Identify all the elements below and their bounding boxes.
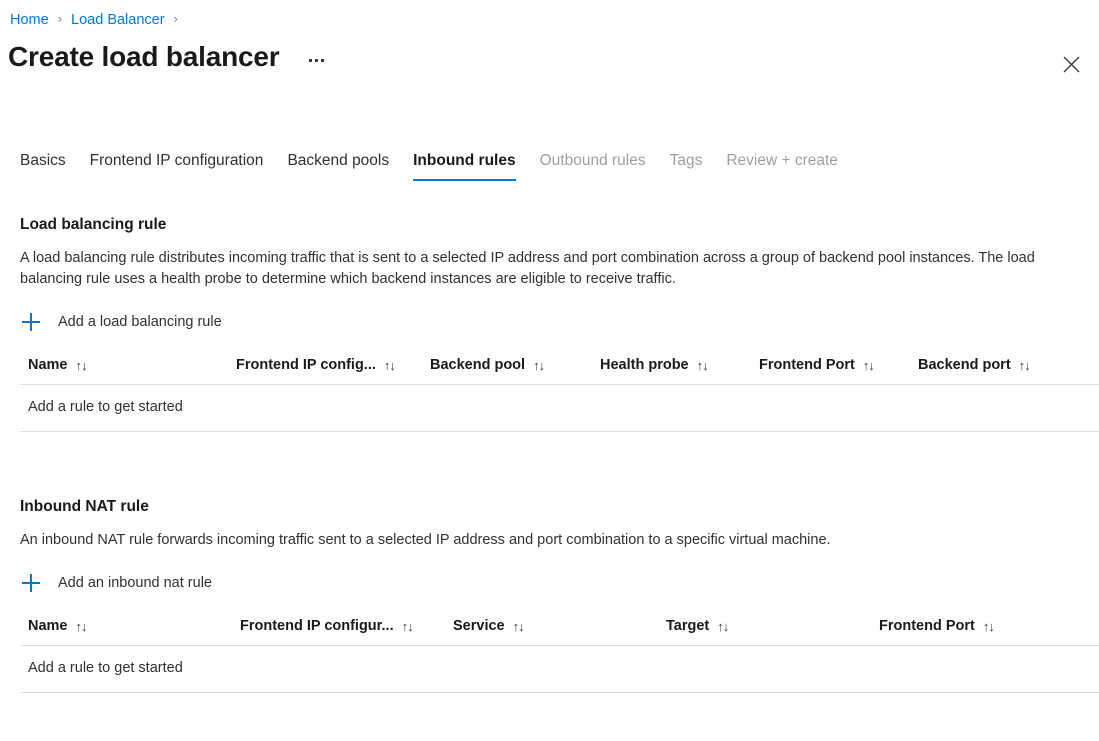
column-label: Frontend Port xyxy=(759,357,855,373)
section-description: A load balancing rule distributes incomi… xyxy=(20,250,1035,287)
more-actions-button[interactable] xyxy=(305,53,328,68)
column-label: Backend pool xyxy=(430,357,526,373)
sort-icon: ↑↓ xyxy=(862,357,875,373)
plus-icon xyxy=(22,313,40,331)
tab-inbound-rules[interactable]: Inbound rules xyxy=(401,151,527,181)
sort-icon: ↑↓ xyxy=(512,618,525,634)
column-header-backend-port[interactable]: Backend port ↑↓ xyxy=(918,357,1031,373)
title-row: Create load balancer xyxy=(8,38,328,76)
tab-outbound-rules[interactable]: Outbound rules xyxy=(528,151,658,181)
section-title: Load balancing rule xyxy=(20,216,167,233)
ellipsis-icon xyxy=(321,58,325,62)
column-header-service[interactable]: Service ↑↓ xyxy=(453,618,666,634)
add-inbound-nat-rule-button[interactable]: Add an inbound nat rule xyxy=(20,570,214,596)
column-header-name[interactable]: Name ↑↓ xyxy=(20,357,236,373)
sort-icon: ↑↓ xyxy=(696,357,709,373)
tab-backend-pools[interactable]: Backend pools xyxy=(275,151,401,181)
tab-bar: Basics Frontend IP configuration Backend… xyxy=(8,143,1099,181)
column-header-name[interactable]: Name ↑↓ xyxy=(20,618,240,634)
inbound-nat-rules-table: Name ↑↓ Frontend IP configur... ↑↓ Servi… xyxy=(20,618,1099,693)
sort-icon: ↑↓ xyxy=(75,618,88,634)
ellipsis-icon xyxy=(309,58,313,62)
column-label: Frontend IP configur... xyxy=(240,618,394,634)
column-header-target[interactable]: Target ↑↓ xyxy=(666,618,879,634)
ellipsis-icon xyxy=(315,58,319,62)
section-title: Inbound NAT rule xyxy=(20,498,149,515)
tab-basics[interactable]: Basics xyxy=(8,151,78,181)
plus-icon xyxy=(22,574,40,592)
column-label: Frontend IP config... xyxy=(236,357,376,373)
add-load-balancing-rule-button[interactable]: Add a load balancing rule xyxy=(20,309,224,335)
column-label: Target xyxy=(666,618,710,634)
section-load-balancing-rule: Load balancing rule A load balancing rul… xyxy=(20,214,1099,432)
sort-icon: ↑↓ xyxy=(401,618,414,634)
column-label: Frontend Port xyxy=(879,618,975,634)
add-load-balancing-rule-label: Add a load balancing rule xyxy=(58,314,222,330)
close-icon xyxy=(1063,56,1079,72)
sort-icon: ↑↓ xyxy=(717,618,729,634)
column-label: Name xyxy=(28,618,68,634)
column-header-frontend-port[interactable]: Frontend Port ↑↓ xyxy=(759,357,918,373)
column-header-frontend-port[interactable]: Frontend Port ↑↓ xyxy=(879,618,995,634)
column-label: Name xyxy=(28,357,68,373)
sort-icon: ↑↓ xyxy=(75,357,88,373)
column-label: Backend port xyxy=(918,357,1011,373)
tab-tags[interactable]: Tags xyxy=(658,151,715,181)
column-header-frontend-ip-configuration[interactable]: Frontend IP configur... ↑↓ xyxy=(240,618,453,634)
page-title: Create load balancer xyxy=(8,41,280,72)
tab-review-create[interactable]: Review + create xyxy=(714,151,850,181)
breadcrumb-separator-icon: › xyxy=(173,11,178,26)
table-empty-state: Add a rule to get started xyxy=(20,385,1099,432)
column-label: Service xyxy=(453,618,505,634)
column-label: Health probe xyxy=(600,357,689,373)
sort-icon: ↑↓ xyxy=(533,357,545,373)
section-inbound-nat-rule: Inbound NAT rule An inbound NAT rule for… xyxy=(20,496,1099,693)
breadcrumb-separator-icon: › xyxy=(57,11,63,26)
column-header-health-probe[interactable]: Health probe ↑↓ xyxy=(600,357,759,373)
sort-icon: ↑↓ xyxy=(1018,357,1031,373)
sort-icon: ↑↓ xyxy=(383,357,396,373)
sort-icon: ↑↓ xyxy=(982,618,995,634)
column-header-frontend-ip-config[interactable]: Frontend IP config... ↑↓ xyxy=(236,357,430,373)
breadcrumb-item-home[interactable]: Home xyxy=(10,10,49,30)
close-button[interactable] xyxy=(1053,46,1089,82)
breadcrumb: Home › Load Balancer › xyxy=(10,10,187,30)
table-header-row: Name ↑↓ Frontend IP config... ↑↓ Backend… xyxy=(20,357,1099,385)
table-header-row: Name ↑↓ Frontend IP configur... ↑↓ Servi… xyxy=(20,618,1099,646)
table-empty-state: Add a rule to get started xyxy=(20,646,1099,693)
column-header-backend-pool[interactable]: Backend pool ↑↓ xyxy=(430,357,600,373)
section-description: An inbound NAT rule forwards incoming tr… xyxy=(20,532,831,548)
tab-frontend-ip-configuration[interactable]: Frontend IP configuration xyxy=(78,151,276,181)
breadcrumb-item-load-balancer[interactable]: Load Balancer xyxy=(71,10,165,30)
load-balancing-rules-table: Name ↑↓ Frontend IP config... ↑↓ Backend… xyxy=(20,357,1099,432)
add-inbound-nat-rule-label: Add an inbound nat rule xyxy=(58,575,212,591)
